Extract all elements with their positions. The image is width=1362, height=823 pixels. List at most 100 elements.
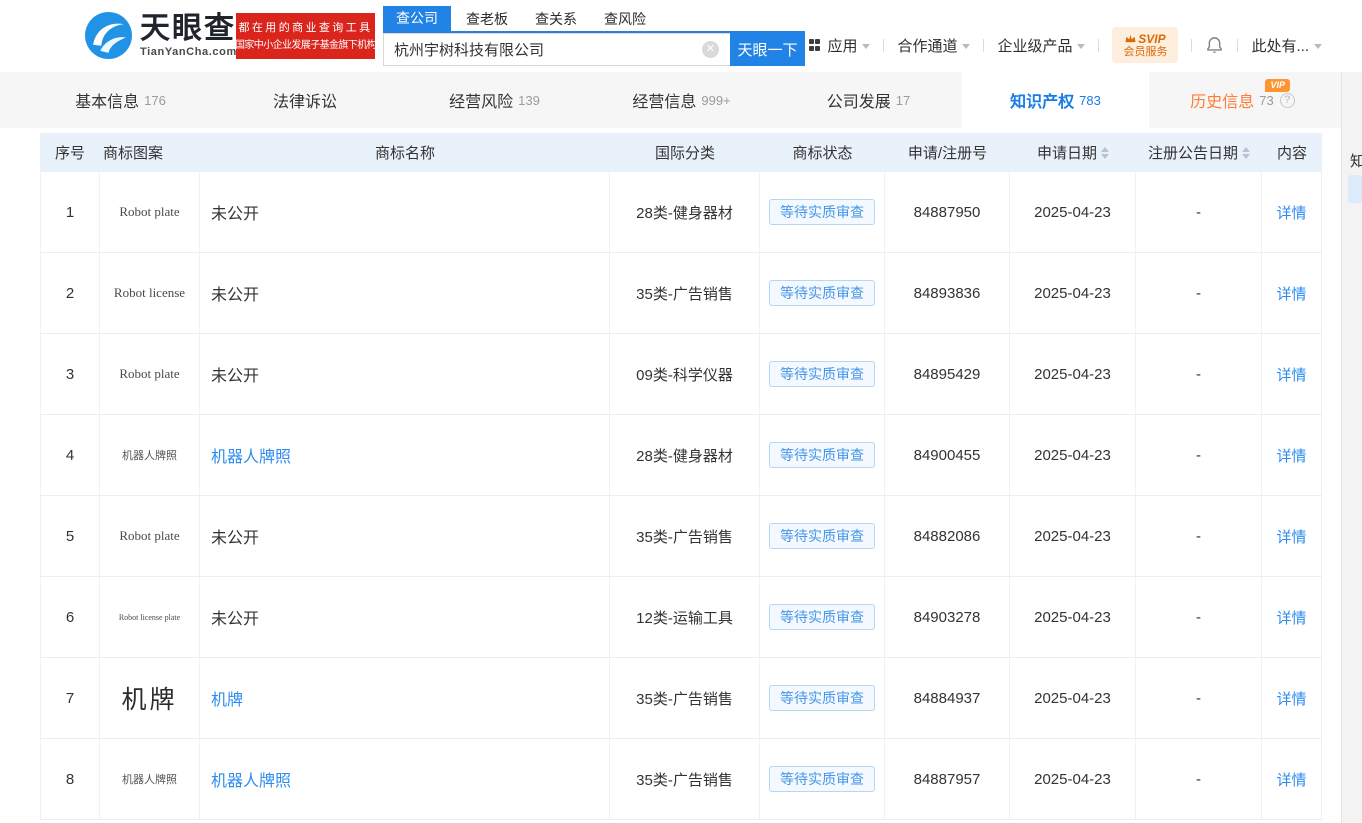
svip-member-service-badge[interactable]: SVIP 会员服务 bbox=[1112, 27, 1179, 63]
detail-link[interactable]: 详情 bbox=[1276, 364, 1306, 385]
top-bar: 天眼查 TianYanCha.com 都在用的商业查询工具 国家中小企业发展子基… bbox=[0, 0, 1362, 72]
column-header-label: 申请日期 bbox=[1036, 145, 1097, 162]
trademark-image-cell: Robot license bbox=[100, 253, 200, 333]
table-row: 3 Robot plate 未公开 09类-科学仪器 等待实质审查 848954… bbox=[40, 334, 1322, 415]
nav-apps[interactable]: 应用 bbox=[808, 35, 871, 56]
section-tab[interactable]: 公司发展 17 bbox=[775, 72, 962, 128]
row-index: 4 bbox=[40, 415, 100, 495]
nav-more[interactable]: 此处有... bbox=[1251, 35, 1322, 56]
publication-date: - bbox=[1136, 658, 1262, 738]
detail-link[interactable]: 详情 bbox=[1276, 526, 1306, 547]
search-scope-tab[interactable]: 查风险 bbox=[604, 9, 646, 29]
detail-link[interactable]: 详情 bbox=[1276, 283, 1306, 304]
publication-date: - bbox=[1136, 415, 1262, 495]
trademark-image[interactable]: Robot plate bbox=[119, 528, 179, 544]
detail-link[interactable]: 详情 bbox=[1276, 202, 1306, 223]
clear-search-icon[interactable] bbox=[702, 41, 719, 58]
side-anchor-active-marker[interactable] bbox=[1348, 175, 1362, 203]
apply-date: 2025-04-23 bbox=[1010, 415, 1136, 495]
nav-enterprise-products[interactable]: 企业级产品 bbox=[997, 35, 1086, 56]
detail-cell: 详情 bbox=[1262, 496, 1322, 576]
trademark-image[interactable]: 机牌 bbox=[121, 680, 177, 716]
section-tab[interactable]: 基本信息 176 bbox=[27, 72, 214, 128]
status-badge: 等待实质审查 bbox=[769, 361, 875, 387]
status-cell: 等待实质审查 bbox=[760, 658, 885, 738]
detail-link[interactable]: 详情 bbox=[1276, 607, 1306, 628]
sort-icon[interactable] bbox=[1242, 146, 1250, 159]
tianyancha-logo[interactable]: 天眼查 TianYanCha.com bbox=[84, 11, 237, 60]
status-cell: 等待实质审查 bbox=[760, 172, 885, 252]
intl-class: 35类-广告销售 bbox=[610, 253, 760, 333]
row-index: 7 bbox=[40, 658, 100, 738]
intl-class: 09类-科学仪器 bbox=[610, 334, 760, 414]
trademark-image-cell: 机器人牌照 bbox=[100, 415, 200, 495]
divider bbox=[1098, 38, 1100, 52]
trademark-image-cell: Robot plate bbox=[100, 172, 200, 252]
trademark-name[interactable]: 机牌 bbox=[211, 686, 243, 710]
status-badge: 等待实质审查 bbox=[769, 685, 875, 711]
section-tab[interactable]: VIP 历史信息 73 ? bbox=[1149, 72, 1336, 128]
column-header: 内容 bbox=[1262, 133, 1322, 172]
trademark-image[interactable]: Robot license bbox=[114, 285, 185, 301]
column-header[interactable]: 注册公告日期 bbox=[1136, 133, 1262, 172]
search-button[interactable]: 天眼一下 bbox=[730, 33, 805, 66]
section-tab[interactable]: 经营风险 139 bbox=[401, 72, 588, 128]
search-scope-tab[interactable]: 查老板 bbox=[466, 9, 508, 29]
section-tab[interactable]: 知识产权 783 bbox=[962, 72, 1149, 128]
trademark-image[interactable]: 机器人牌照 bbox=[122, 771, 177, 787]
trademark-name[interactable]: 机器人牌照 bbox=[211, 767, 291, 791]
section-tab-count: 783 bbox=[1079, 93, 1101, 108]
notification-bell-icon[interactable] bbox=[1205, 35, 1224, 55]
trademark-name: 未公开 bbox=[211, 287, 260, 304]
svip-label: SVIP bbox=[1138, 31, 1166, 46]
search-input[interactable] bbox=[383, 33, 730, 66]
status-badge: 等待实质审查 bbox=[769, 523, 875, 549]
apply-date: 2025-04-23 bbox=[1010, 496, 1136, 576]
trademark-name[interactable]: 机器人牌照 bbox=[211, 443, 291, 467]
promo-line1: 都在用的商业查询工具 bbox=[238, 21, 373, 34]
column-header: 商标名称 bbox=[200, 133, 610, 172]
column-header[interactable]: 申请日期 bbox=[1010, 133, 1136, 172]
trademark-image[interactable]: 机器人牌照 bbox=[122, 447, 177, 463]
trademark-image[interactable]: Robot plate bbox=[119, 366, 179, 382]
help-icon[interactable]: ? bbox=[1279, 92, 1295, 108]
section-tab-label: 公司发展 bbox=[826, 94, 891, 111]
detail-link[interactable]: 详情 bbox=[1276, 769, 1306, 790]
row-index: 8 bbox=[40, 739, 100, 819]
table-row: 5 Robot plate 未公开 35类-广告销售 等待实质审查 848820… bbox=[40, 496, 1322, 577]
apply-date: 2025-04-23 bbox=[1010, 172, 1136, 252]
sort-icon[interactable] bbox=[1101, 146, 1109, 159]
table-row: 8 机器人牌照 机器人牌照 35类-广告销售 等待实质审查 84887957 2… bbox=[40, 739, 1322, 820]
status-badge: 等待实质审查 bbox=[769, 442, 875, 468]
column-header: 商标状态 bbox=[760, 133, 885, 172]
detail-link[interactable]: 详情 bbox=[1276, 688, 1306, 709]
section-tab-label: 经营信息 bbox=[632, 94, 697, 111]
section-tab-count: 73 bbox=[1259, 93, 1274, 108]
side-anchor-partial[interactable]: 知 bbox=[1350, 150, 1362, 171]
status-cell: 等待实质审查 bbox=[760, 334, 885, 414]
search-scope-tab[interactable]: 查公司 bbox=[383, 6, 451, 31]
status-cell: 等待实质审查 bbox=[760, 253, 885, 333]
column-header-label: 序号 bbox=[54, 145, 85, 162]
trademark-image[interactable]: Robot plate bbox=[119, 204, 179, 220]
intl-class: 28类-健身器材 bbox=[610, 415, 760, 495]
column-header-label: 内容 bbox=[1276, 145, 1307, 162]
detail-link[interactable]: 详情 bbox=[1276, 445, 1306, 466]
nav-partner-channel[interactable]: 合作通道 bbox=[897, 35, 971, 56]
publication-date: - bbox=[1136, 334, 1262, 414]
promo-banner: 都在用的商业查询工具 国家中小企业发展子基金旗下机构 bbox=[236, 13, 375, 59]
logo-text-block: 天眼查 TianYanCha.com bbox=[140, 13, 237, 59]
trademark-name-cell: 未公开 bbox=[200, 577, 610, 657]
trademark-name: 未公开 bbox=[211, 530, 260, 547]
status-cell: 等待实质审查 bbox=[760, 496, 885, 576]
column-header-label: 国际分类 bbox=[654, 145, 715, 162]
table-row: 1 Robot plate 未公开 28类-健身器材 等待实质审查 848879… bbox=[40, 172, 1322, 253]
intl-class: 35类-广告销售 bbox=[610, 739, 760, 819]
intl-class: 35类-广告销售 bbox=[610, 496, 760, 576]
promo-line2: 国家中小企业发展子基金旗下机构 bbox=[236, 39, 375, 51]
search-scope-tab[interactable]: 查关系 bbox=[535, 9, 577, 29]
chevron-down-icon bbox=[862, 43, 871, 49]
section-tab[interactable]: 经营信息 999+ bbox=[588, 72, 775, 128]
trademark-image[interactable]: Robot license plate bbox=[119, 613, 180, 622]
section-tab[interactable]: 法律诉讼 bbox=[214, 72, 401, 128]
